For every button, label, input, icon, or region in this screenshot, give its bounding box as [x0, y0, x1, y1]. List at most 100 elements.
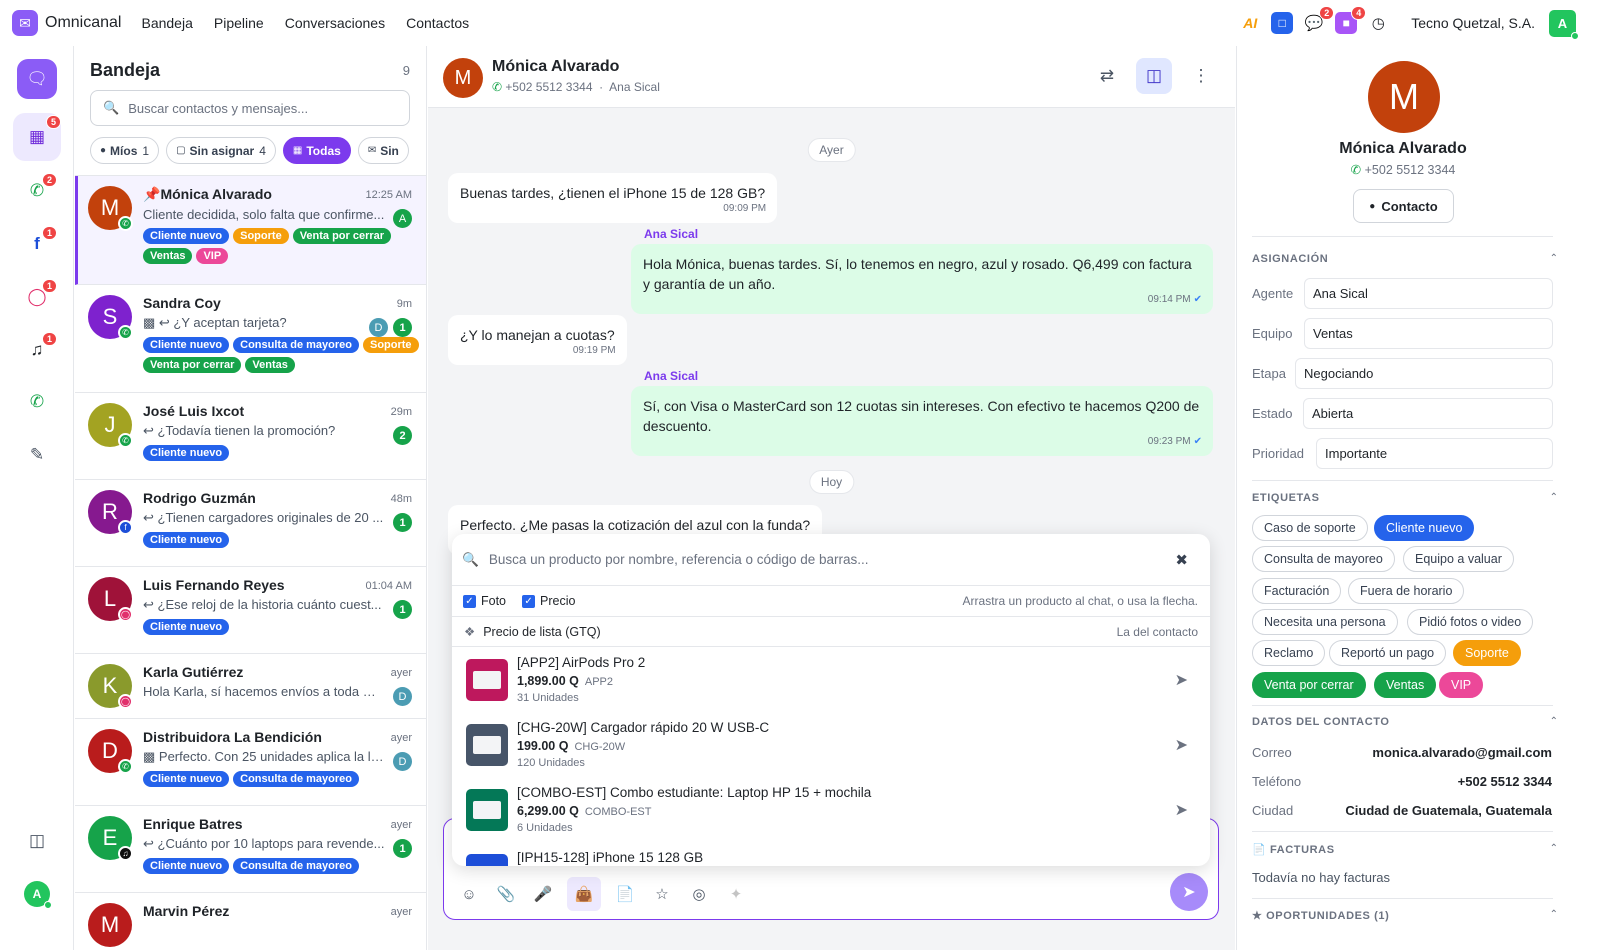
rail-facebook-icon[interactable]: f1 — [17, 224, 57, 264]
product-item[interactable]: [APP2] AirPods Pro 2 1,899.00 Q APP2 31 U… — [452, 647, 1210, 712]
split-view-icon[interactable]: ◫ — [1136, 58, 1172, 94]
transfer-icon[interactable]: ⇄ — [1089, 58, 1125, 94]
contact-button[interactable]: ● Contacto — [1353, 189, 1454, 223]
tag-option[interactable]: Consulta de mayoreo — [1252, 546, 1395, 572]
tag-option[interactable]: Fuera de horario — [1348, 578, 1465, 604]
rail-layout-icon[interactable]: ◫ — [17, 821, 57, 861]
stage-select[interactable]: Negociando — [1295, 358, 1553, 389]
nav-pipeline[interactable]: Pipeline — [214, 15, 264, 31]
tag-option-selected[interactable]: VIP — [1439, 672, 1484, 698]
filter-sin[interactable]: ✉ Sin — [357, 137, 409, 164]
section-assignment[interactable]: ASIGNACIÓN — [1252, 253, 1328, 265]
rail-chat-icon[interactable]: 🗨 — [17, 59, 57, 99]
chevron-up-icon[interactable]: ⌃ — [1550, 253, 1558, 264]
emoji-icon[interactable]: ☺ — [456, 881, 482, 907]
conversation-item[interactable]: M ✆ 📌Mónica Alvarado 12:25 AM Cliente de… — [75, 176, 426, 285]
conversation-item[interactable]: L ◯ Luis Fernando Reyes 01:04 AM ↩ ¿Ese … — [75, 567, 426, 654]
user-icon: ● — [1369, 200, 1376, 212]
conversation-item[interactable]: M Marvin Pérez ayer — [75, 893, 426, 950]
conversation-item[interactable]: E ♫ Enrique Batres ayer ↩ ¿Cuánto por 10… — [75, 806, 426, 893]
contact-email[interactable]: monica.alvarado@gmail.com — [1372, 745, 1552, 760]
section-contact-data[interactable]: DATOS DEL CONTACTO — [1252, 716, 1390, 728]
filter-sin-asignar[interactable]: ▢ Sin asignar 4 — [166, 137, 276, 164]
chat-contact-name[interactable]: Mónica Alvarado — [492, 58, 619, 76]
company-name[interactable]: Tecno Quetzal, S.A. — [1411, 15, 1535, 31]
chat-app-icon[interactable]: □ — [1271, 12, 1294, 34]
tag-option[interactable]: Facturación — [1252, 578, 1342, 604]
clock-icon[interactable]: ◷ — [1367, 12, 1389, 34]
apps-icon[interactable]: ■ 4 — [1335, 6, 1367, 34]
tag-option-selected[interactable]: Ventas — [1374, 672, 1437, 698]
filter-count: 4 — [259, 143, 266, 158]
close-icon[interactable]: ✖ — [1175, 551, 1188, 569]
magic-wand-icon[interactable]: ✦ — [723, 881, 749, 907]
nav-contactos[interactable]: Contactos — [406, 15, 469, 31]
conversation-item[interactable]: S ✆ Sandra Coy 9m ▩ ↩ ¿Y aceptan tarjeta… — [75, 285, 426, 393]
chevron-up-icon[interactable]: ⌃ — [1550, 843, 1558, 854]
send-product-icon[interactable]: ➤ — [1175, 800, 1188, 820]
agent-select[interactable]: Ana Sical — [1304, 278, 1553, 309]
product-search-input[interactable]: 🔍 Busca un producto por nombre, referenc… — [452, 534, 1210, 586]
conversation-preview: Cliente decidida, solo falta que confirm… — [143, 207, 385, 222]
contact-phone-value[interactable]: +502 5512 3344 — [1458, 774, 1552, 789]
filter-mios[interactable]: ● Míos 1 — [90, 137, 160, 164]
conversation-item[interactable]: R f Rodrigo Guzmán 48m ↩ ¿Tienen cargado… — [75, 480, 426, 567]
section-opportunities[interactable]: ★ OPORTUNIDADES (1) — [1252, 909, 1389, 922]
rail-instagram-icon[interactable]: ◯ 1 — [17, 277, 57, 317]
status-select[interactable]: Abierta — [1303, 398, 1553, 429]
price-list-selector[interactable]: ❖ Precio de lista (GTQ) La del contacto — [452, 617, 1210, 647]
support-icon[interactable]: ◎ — [686, 881, 712, 907]
tag-option-selected[interactable]: Soporte — [1453, 640, 1521, 666]
section-invoices-label: FACTURAS — [1269, 844, 1335, 856]
chevron-up-icon[interactable]: ⌃ — [1550, 909, 1558, 920]
rail-user-avatar[interactable]: A — [24, 881, 52, 909]
chevron-up-icon[interactable]: ⌃ — [1550, 492, 1558, 503]
product-item[interactable]: [CHG-20W] Cargador rápido 20 W USB-C 199… — [452, 712, 1210, 777]
messages-icon[interactable]: 💬 2 — [1303, 6, 1335, 34]
document-icon[interactable]: 📄 — [612, 881, 638, 907]
catalog-bag-icon[interactable]: 👜 — [567, 877, 601, 911]
microphone-icon[interactable]: 🎤 — [530, 881, 556, 907]
section-opportunities-label: OPORTUNIDADES (1) — [1266, 910, 1390, 922]
assignee-avatar: A — [393, 209, 412, 228]
tag-option[interactable]: Pidió fotos o video — [1407, 609, 1534, 635]
rail-grid-icon[interactable]: ▦ 5 — [13, 113, 61, 161]
tag-option[interactable]: Reclamo — [1252, 640, 1326, 666]
tag-option-selected[interactable]: Cliente nuevo — [1374, 515, 1475, 541]
send-product-icon[interactable]: ➤ — [1175, 735, 1188, 755]
rail-compose-icon[interactable]: ✎ — [17, 435, 57, 475]
chevron-up-icon[interactable]: ⌃ — [1550, 716, 1558, 727]
tag-option[interactable]: Caso de soporte — [1252, 515, 1368, 541]
conversation-item[interactable]: J ✆ José Luis Ixcot 29m ↩ ¿Todavía tiene… — [75, 393, 426, 480]
tag-option-selected[interactable]: Venta por cerrar — [1252, 672, 1366, 698]
user-avatar[interactable]: A — [1549, 9, 1579, 40]
brand[interactable]: ✉ Omnicanal — [12, 10, 121, 36]
nav-bandeja[interactable]: Bandeja — [141, 15, 192, 31]
conversation-item[interactable]: D ✆ Distribuidora La Bendición ayer ▩ Pe… — [75, 719, 426, 806]
search-input[interactable]: 🔍 Buscar contactos y mensajes... — [90, 90, 410, 126]
nav-conversaciones[interactable]: Conversaciones — [285, 15, 385, 31]
section-tags[interactable]: ETIQUETAS — [1252, 492, 1320, 504]
more-options-icon[interactable]: ⋮ — [1183, 58, 1219, 94]
attach-icon[interactable]: 📎 — [493, 881, 519, 907]
send-button[interactable]: ➤ — [1170, 873, 1208, 911]
conversation-item[interactable]: K ◯ Karla Gutiérrez ayer Hola Karla, sí … — [75, 654, 426, 719]
priority-select[interactable]: Importante — [1316, 438, 1553, 469]
product-item[interactable]: [COMBO-EST] Combo estudiante: Laptop HP … — [452, 777, 1210, 842]
price-checkbox[interactable]: ✓ — [522, 594, 536, 608]
rail-tiktok-icon[interactable]: ♫ 1 — [17, 330, 57, 370]
tag-option[interactable]: Reportó un pago — [1329, 640, 1447, 666]
team-select[interactable]: Ventas — [1304, 318, 1553, 349]
tag-option[interactable]: Equipo a valuar — [1403, 546, 1514, 572]
rail-whatsapp2-icon[interactable]: ✆ — [17, 382, 57, 422]
star-icon[interactable]: ☆ — [649, 881, 675, 907]
section-invoices[interactable]: 📄 FACTURAS — [1252, 843, 1335, 856]
send-product-icon[interactable]: ➤ — [1175, 670, 1188, 690]
product-item[interactable]: [IPH15-128] iPhone 15 128 GB — [452, 842, 1210, 866]
tag-option[interactable]: Necesita una persona — [1252, 609, 1398, 635]
photo-checkbox[interactable]: ✓ — [463, 594, 476, 608]
ai-icon[interactable]: AI — [1239, 12, 1261, 34]
rail-whatsapp-icon[interactable]: ✆ 2 — [17, 171, 57, 211]
filter-todas[interactable]: ▦ Todas — [282, 137, 351, 164]
chat-contact-avatar[interactable]: M — [443, 58, 483, 98]
